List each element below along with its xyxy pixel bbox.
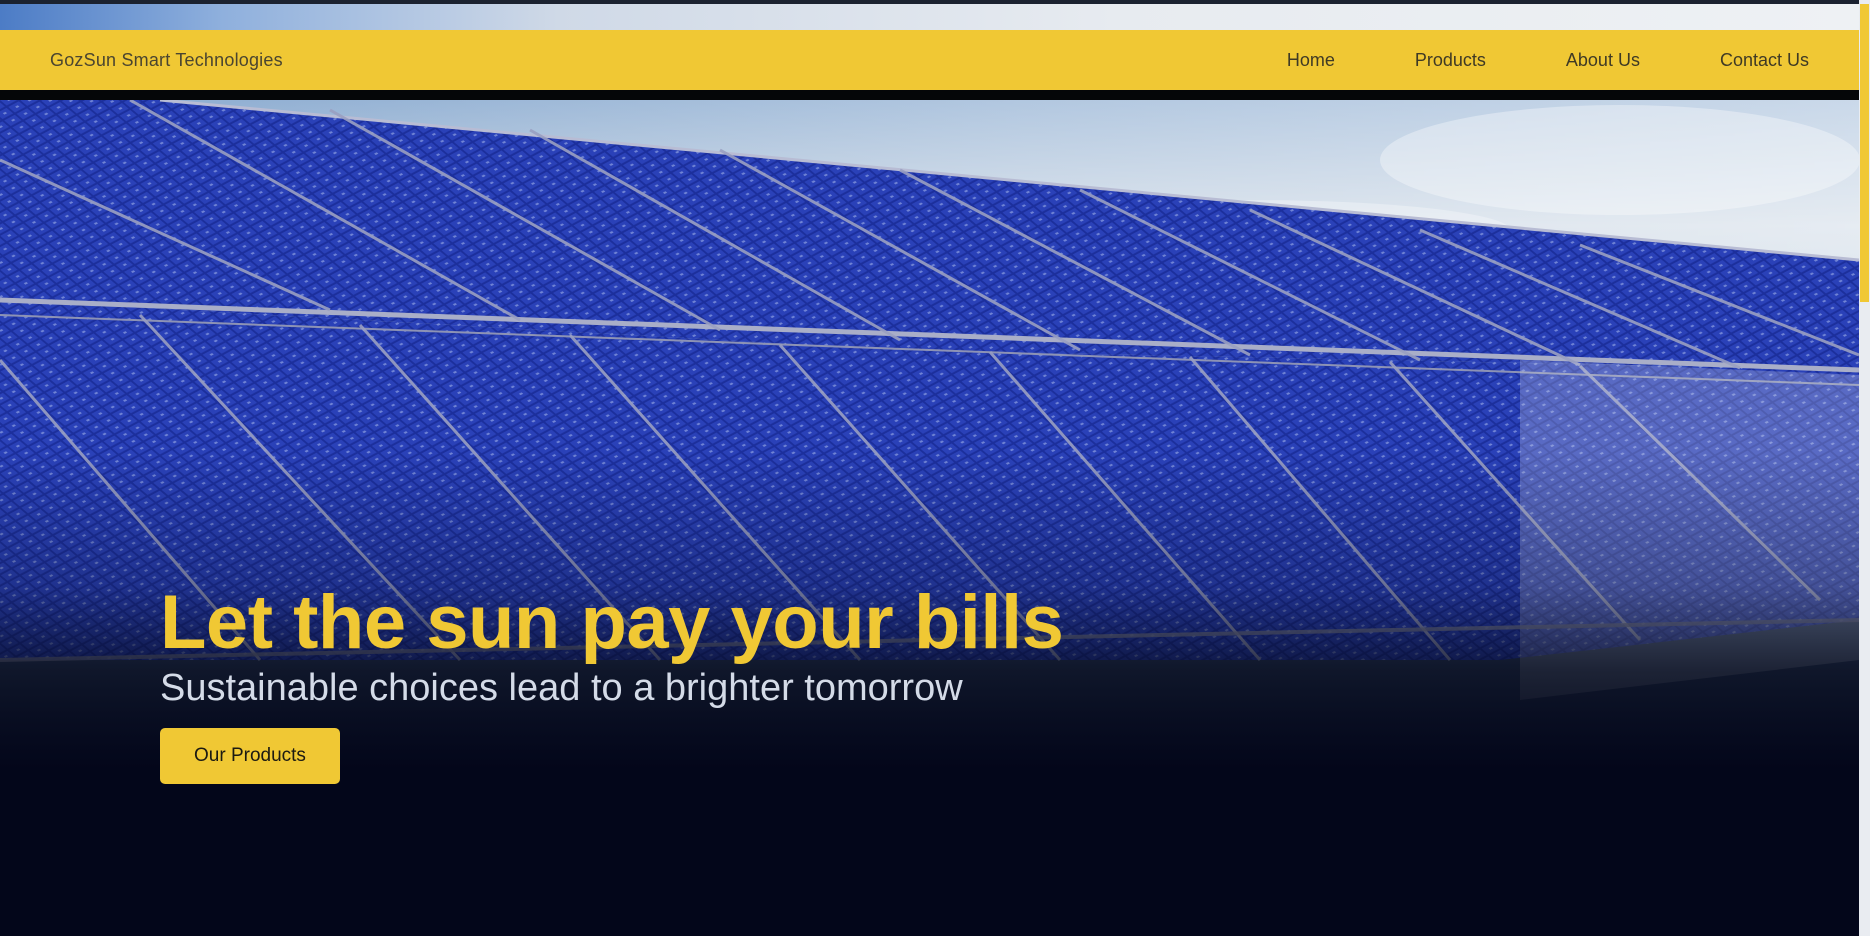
hero-content: Let the sun pay your bills Sustainable c… [160,580,1064,784]
hero-image-top-strip [0,4,1859,30]
vertical-scrollbar[interactable] [1859,0,1870,938]
browser-viewport: Let the sun pay your bills Sustainable c… [0,0,1870,938]
hero-subtitle: Sustainable choices lead to a brighter t… [160,667,963,709]
brand-name[interactable]: GozSun Smart Technologies [50,50,283,71]
scrollbar-thumb[interactable] [1860,4,1869,302]
hero-title: Let the sun pay your bills [160,580,1064,665]
nav-link-contact-us[interactable]: Contact Us [1720,50,1809,71]
nav-link-products[interactable]: Products [1415,50,1486,71]
nav-link-about-us[interactable]: About Us [1566,50,1640,71]
nav-links: Home Products About Us Contact Us [1207,50,1809,71]
page: Let the sun pay your bills Sustainable c… [0,0,1859,938]
nav-link-home[interactable]: Home [1287,50,1335,71]
hero-dark-overlay [0,100,1859,938]
hero-section: Let the sun pay your bills Sustainable c… [0,100,1859,938]
navbar: GozSun Smart Technologies Home Products … [0,30,1859,90]
our-products-button[interactable]: Our Products [160,728,340,784]
navbar-bottom-border [0,90,1859,100]
